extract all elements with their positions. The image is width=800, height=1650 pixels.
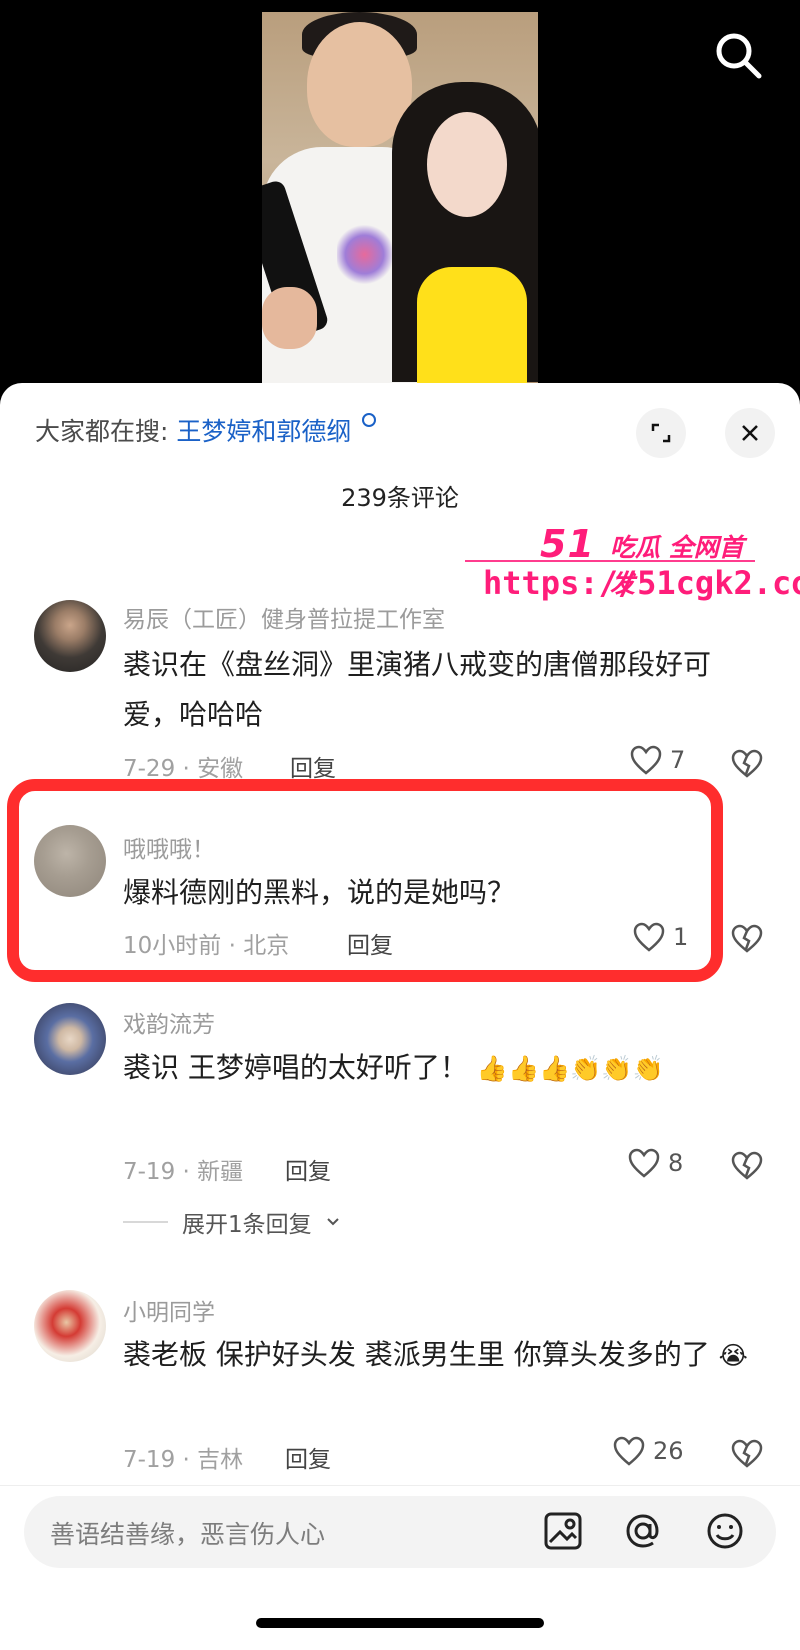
expand-line xyxy=(123,1221,168,1223)
at-icon xyxy=(626,1514,659,1548)
comment-meta: 7-29 · 安徽 xyxy=(123,756,244,782)
expand-icon xyxy=(651,423,671,443)
avatar[interactable] xyxy=(34,1290,106,1362)
trending-search[interactable]: 大家都在搜: 王梦婷和郭德纲 xyxy=(35,412,377,452)
comment-text: 爆料德刚的黑料，说的是她吗？ xyxy=(123,876,516,909)
search-icon xyxy=(716,33,762,79)
search-small-icon xyxy=(362,413,377,427)
avatar[interactable] xyxy=(34,1003,106,1075)
watermark: 51 吃瓜 全网首发 https://51cgk2.com xyxy=(465,522,800,612)
username[interactable]: 哦哦哦！ xyxy=(123,830,215,864)
expand-replies-label: 展开1条回复 xyxy=(182,1212,312,1238)
username[interactable]: 戏韵流芳 xyxy=(123,1005,215,1039)
comment-count: 239条评论 xyxy=(341,484,459,512)
comment-meta: 10小时前 · 北京 xyxy=(123,933,290,959)
close-button[interactable] xyxy=(725,408,775,458)
reply-button[interactable]: 回复 xyxy=(290,749,336,783)
heart-icon xyxy=(628,1148,660,1178)
expand-button[interactable] xyxy=(636,408,686,458)
username[interactable]: 易辰（工匠）健身普拉提工作室 xyxy=(123,600,445,634)
comment-text-content: 裘老板 保护好头发 裘派男生里 你算头发多的了 xyxy=(123,1338,710,1371)
reply-button[interactable]: 回复 xyxy=(285,1440,331,1474)
woman-dress xyxy=(417,267,527,385)
avatar[interactable] xyxy=(34,825,106,897)
like-count: 7 xyxy=(670,746,686,774)
broken-heart-icon[interactable] xyxy=(731,1438,763,1470)
expand-replies-button[interactable]: 展开1条回复 xyxy=(123,1205,340,1239)
heart-icon xyxy=(630,745,662,775)
shirt-print xyxy=(337,222,392,287)
video-frame xyxy=(262,12,538,385)
heart-icon xyxy=(613,1436,645,1466)
video-player[interactable] xyxy=(0,0,800,385)
comment-emoji: 😭 xyxy=(718,1341,748,1370)
comment-meta: 7-19 · 新疆 xyxy=(123,1159,244,1185)
reply-button[interactable]: 回复 xyxy=(285,1152,331,1186)
chevron-down-icon xyxy=(326,1218,339,1226)
like-button[interactable]: 26 xyxy=(613,1436,684,1466)
like-count: 26 xyxy=(653,1437,684,1465)
broken-heart-icon[interactable] xyxy=(731,1150,763,1182)
broken-heart-icon[interactable] xyxy=(731,923,763,955)
comment-text: 裘老板 保护好头发 裘派男生里 你算头发多的了 😭 xyxy=(123,1330,758,1381)
woman-face xyxy=(427,112,507,217)
search-button[interactable] xyxy=(711,28,765,82)
home-indicator[interactable] xyxy=(256,1618,544,1628)
trending-query-link[interactable]: 王梦婷和郭德纲 xyxy=(176,417,351,446)
emoji-icon xyxy=(707,1513,743,1549)
like-button[interactable]: 1 xyxy=(633,922,688,952)
username[interactable]: 小明同学 xyxy=(123,1293,215,1327)
broken-heart-icon[interactable] xyxy=(731,748,763,780)
comment-text-content: 裘识 王梦婷唱的太好听了！ xyxy=(123,1051,468,1084)
reply-button[interactable]: 回复 xyxy=(347,926,393,960)
comment-emoji: 👍👍👍👏👏👏 xyxy=(476,1054,664,1083)
like-count: 8 xyxy=(668,1149,684,1177)
like-button[interactable]: 7 xyxy=(630,745,685,775)
mention-button[interactable] xyxy=(620,1508,666,1554)
like-count: 1 xyxy=(673,923,689,951)
hand xyxy=(262,287,317,349)
watermark-url: https://51cgk2.com xyxy=(483,564,800,602)
avatar[interactable] xyxy=(34,600,106,672)
image-button[interactable] xyxy=(540,1508,586,1554)
image-icon xyxy=(544,1512,582,1550)
comment-input-placeholder: 善语结善缘，恶言伤人心 xyxy=(50,1520,326,1549)
comment-meta: 7-19 · 吉林 xyxy=(123,1447,244,1473)
emoji-button[interactable] xyxy=(702,1508,748,1554)
like-button[interactable]: 8 xyxy=(628,1148,683,1178)
heart-icon xyxy=(633,922,665,952)
close-icon xyxy=(742,425,758,441)
trending-prefix: 大家都在搜: xyxy=(35,417,169,446)
comment-text: 裘识在《盘丝洞》里演猪八戒变的唐僧那段好可爱，哈哈哈 xyxy=(123,648,712,731)
comment-text: 裘识 王梦婷唱的太好听了！ 👍👍👍👏👏👏 xyxy=(123,1043,743,1094)
